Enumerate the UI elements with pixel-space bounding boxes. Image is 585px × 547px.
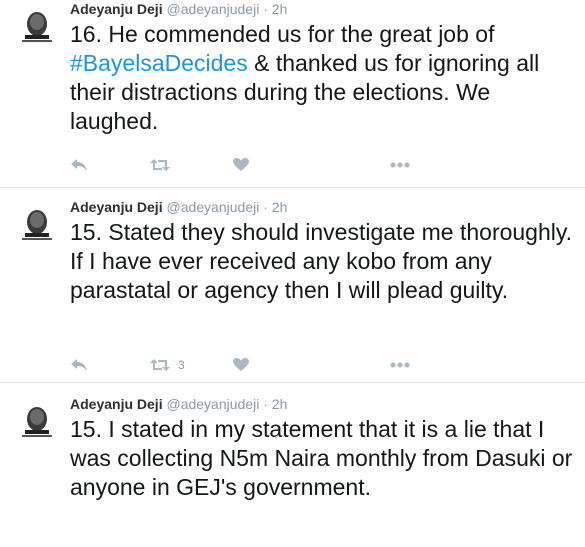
reply-icon bbox=[71, 159, 87, 171]
author-handle[interactable]: @adeyanjudeji bbox=[166, 199, 259, 215]
like-button[interactable] bbox=[233, 155, 249, 175]
author-handle[interactable]: @adeyanjudeji bbox=[166, 1, 259, 17]
reply-icon bbox=[71, 359, 87, 371]
retweet-count: 3 bbox=[178, 358, 185, 372]
tweet-text: 16. He commended us for the great job of… bbox=[70, 20, 575, 136]
more-button[interactable] bbox=[390, 355, 410, 375]
tweet-header: Adeyanju Deji @adeyanjudeji · 2h bbox=[70, 395, 287, 413]
more-icon bbox=[390, 362, 410, 368]
hashtag-link[interactable]: #BayelsaDecides bbox=[70, 50, 248, 76]
tweet-item[interactable]: Adeyanju Deji @adeyanjudeji · 2h 15. I s… bbox=[0, 383, 585, 547]
heart-icon bbox=[233, 158, 249, 171]
like-button[interactable] bbox=[233, 355, 249, 375]
author-name[interactable]: Adeyanju Deji bbox=[70, 396, 163, 412]
avatar[interactable] bbox=[14, 397, 60, 443]
tweet-text-part: 15. Stated they should investigate me th… bbox=[70, 219, 573, 303]
tweet-timeline: Adeyanju Deji @adeyanjudeji · 2h 16. He … bbox=[0, 0, 585, 547]
timestamp[interactable]: 2h bbox=[272, 1, 288, 17]
timestamp[interactable]: 2h bbox=[272, 396, 288, 412]
author-handle[interactable]: @adeyanjudeji bbox=[166, 396, 259, 412]
tweet-text-part: 16. He commended us for the great job of bbox=[70, 21, 495, 47]
separator-dot: · bbox=[263, 199, 268, 215]
retweet-icon bbox=[150, 159, 170, 171]
timestamp[interactable]: 2h bbox=[272, 199, 288, 215]
reply-button[interactable] bbox=[70, 155, 88, 175]
tweet-item[interactable]: Adeyanju Deji @adeyanjudeji · 2h 16. He … bbox=[0, 0, 585, 188]
tweet-text-part: 15. I stated in my statement that it is … bbox=[70, 416, 573, 500]
retweet-button[interactable]: 3 bbox=[150, 355, 185, 375]
retweet-icon bbox=[150, 359, 170, 371]
tweet-text: 15. Stated they should investigate me th… bbox=[70, 218, 575, 305]
author-name[interactable]: Adeyanju Deji bbox=[70, 199, 163, 215]
author-name[interactable]: Adeyanju Deji bbox=[70, 1, 163, 17]
retweet-button[interactable] bbox=[150, 155, 178, 175]
more-button[interactable] bbox=[390, 155, 410, 175]
tweet-item[interactable]: Adeyanju Deji @adeyanjudeji · 2h 15. Sta… bbox=[0, 188, 585, 383]
tweet-text: 15. I stated in my statement that it is … bbox=[70, 415, 575, 502]
tweet-header: Adeyanju Deji @adeyanjudeji · 2h bbox=[70, 0, 287, 18]
tweet-actions: 3 bbox=[70, 355, 430, 375]
avatar[interactable] bbox=[14, 2, 60, 48]
reply-button[interactable] bbox=[70, 355, 88, 375]
separator-dot: · bbox=[263, 1, 268, 17]
tweet-header: Adeyanju Deji @adeyanjudeji · 2h bbox=[70, 198, 287, 216]
heart-icon bbox=[233, 358, 249, 371]
more-icon bbox=[390, 162, 410, 168]
avatar[interactable] bbox=[14, 200, 60, 246]
tweet-actions bbox=[70, 155, 430, 175]
separator-dot: · bbox=[263, 396, 268, 412]
